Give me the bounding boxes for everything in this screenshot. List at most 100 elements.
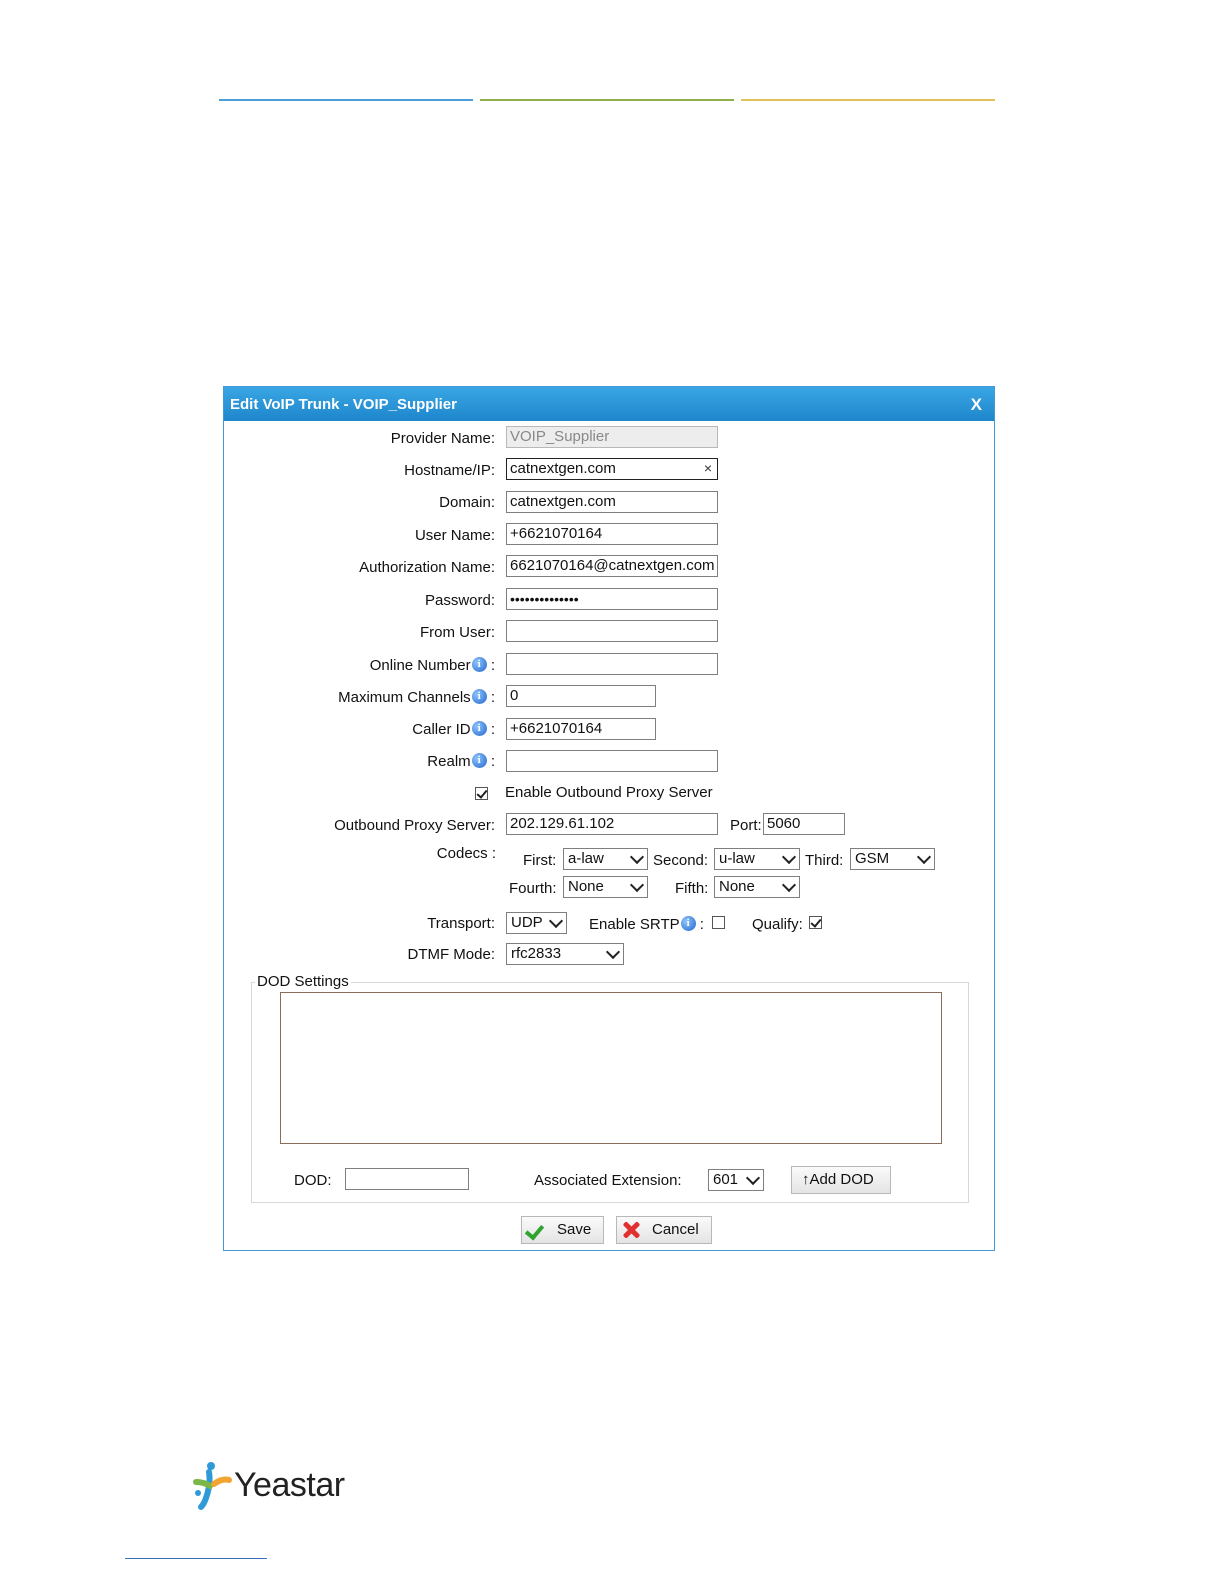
password-input[interactable]: •••••••••••••• — [506, 588, 718, 610]
footer-line — [125, 1558, 267, 1559]
user-name-label: User Name: — [414, 527, 495, 544]
outbound-proxy-label: Outbound Proxy Server: — [334, 817, 495, 834]
dod-list[interactable] — [280, 992, 942, 1144]
colon: : — [490, 657, 495, 674]
chevron-down-icon — [745, 1170, 761, 1186]
domain-input[interactable]: catnextgen.com — [506, 491, 718, 513]
domain-label: Domain: — [439, 494, 495, 511]
info-icon[interactable]: i — [471, 689, 487, 704]
codec-fifth-value: None — [719, 878, 755, 895]
associated-extension-value: 601 — [713, 1171, 739, 1188]
codec-third-select[interactable]: GSM — [850, 848, 935, 870]
info-icon[interactable]: i — [471, 721, 487, 736]
codec-second-select[interactable]: u-law — [714, 848, 800, 870]
dtmf-select[interactable]: rfc2833 — [506, 943, 624, 965]
dod-input[interactable] — [345, 1168, 469, 1190]
dod-settings-legend: DOD Settings — [255, 973, 351, 990]
dod-label: DOD: — [294, 1172, 332, 1189]
close-icon[interactable]: X — [971, 395, 982, 415]
cancel-icon — [622, 1221, 640, 1239]
associated-extension-label: Associated Extension: — [534, 1172, 682, 1189]
provider-name-input: VOIP_Supplier — [506, 426, 718, 448]
password-label: Password: — [424, 592, 495, 609]
transport-select[interactable]: UDP — [506, 912, 567, 934]
codec-fourth-select[interactable]: None — [563, 876, 648, 898]
edit-voip-trunk-dialog: Edit VoIP Trunk - VOIP_Supplier X Provid… — [223, 386, 995, 1251]
provider-name-label: Provider Name: — [390, 430, 495, 447]
qualify-checkbox[interactable] — [809, 916, 822, 929]
chevron-down-icon — [781, 849, 797, 865]
colon: : — [699, 916, 704, 933]
srtp-label-text: Enable SRTP — [589, 916, 680, 933]
checkmark-icon — [810, 916, 822, 928]
dtmf-label: DTMF Mode: — [407, 946, 495, 963]
hostname-label: Hostname/IP: — [404, 462, 495, 479]
clear-icon[interactable]: × — [704, 459, 712, 478]
caller-id-label: Caller ID i : — [412, 721, 495, 738]
port-label: Port: — [730, 817, 762, 834]
save-button[interactable]: Save — [521, 1216, 604, 1244]
info-icon[interactable]: i — [471, 657, 487, 672]
online-number-label: Online Number i : — [370, 657, 495, 674]
header-line-green — [480, 99, 734, 101]
auth-name-label: Authorization Name: — [359, 559, 495, 576]
add-dod-button[interactable]: ↑Add DOD — [791, 1166, 891, 1194]
chevron-down-icon — [629, 849, 645, 865]
codec-fifth-label: Fifth: — [675, 880, 709, 897]
cancel-button[interactable]: Cancel — [616, 1216, 712, 1244]
cancel-button-label: Cancel — [652, 1221, 699, 1238]
online-number-input[interactable] — [506, 653, 718, 675]
qualify-label: Qualify: — [752, 916, 803, 933]
save-button-label: Save — [557, 1221, 592, 1238]
online-number-label-text: Online Number — [369, 657, 471, 674]
transport-label: Transport: — [427, 915, 495, 932]
codec-third-label: Third: — [805, 852, 844, 869]
chevron-down-icon — [605, 944, 621, 960]
info-icon[interactable]: i — [680, 916, 696, 931]
realm-label-text: Realm — [427, 753, 471, 770]
from-user-input[interactable] — [506, 620, 718, 642]
dtmf-value: rfc2833 — [511, 945, 562, 962]
max-channels-label: Maximum Channels i : — [338, 689, 495, 706]
codec-first-select[interactable]: a-law — [563, 848, 648, 870]
enable-outbound-proxy-label: Enable Outbound Proxy Server — [505, 784, 713, 801]
check-icon — [524, 1220, 545, 1241]
chevron-down-icon — [548, 913, 564, 929]
max-channels-input[interactable]: 0 — [506, 685, 656, 707]
caller-id-input[interactable]: +6621070164 — [506, 718, 656, 740]
codec-fourth-label: Fourth: — [509, 880, 557, 897]
associated-extension-select[interactable]: 601 — [708, 1169, 764, 1191]
chevron-down-icon — [916, 849, 932, 865]
codec-fifth-select[interactable]: None — [714, 876, 800, 898]
codec-third-value: GSM — [855, 850, 890, 867]
codec-first-label: First: — [523, 852, 557, 869]
from-user-label: From User: — [420, 624, 495, 641]
dialog-titlebar: Edit VoIP Trunk - VOIP_Supplier X — [224, 387, 994, 421]
yeastar-logo-mark-icon — [193, 1462, 232, 1510]
realm-input[interactable] — [506, 750, 718, 772]
info-icon[interactable]: i — [471, 753, 487, 768]
caller-id-label-text: Caller ID — [412, 721, 471, 738]
colon: : — [490, 689, 495, 706]
enable-outbound-proxy-checkbox[interactable] — [475, 787, 488, 800]
yeastar-logo-text: Yeastar — [234, 1466, 345, 1504]
header-line-yellow — [741, 99, 995, 101]
codec-first-value: a-law — [568, 850, 604, 867]
codec-fourth-value: None — [568, 878, 604, 895]
user-name-input[interactable]: +6621070164 — [506, 523, 718, 545]
auth-name-input[interactable]: 6621070164@catnextgen.com — [506, 555, 718, 577]
colon: : — [490, 753, 495, 770]
checkmark-icon — [476, 787, 488, 799]
srtp-checkbox[interactable] — [712, 916, 725, 929]
colon: : — [490, 721, 495, 738]
dialog-title: Edit VoIP Trunk - VOIP_Supplier — [230, 396, 457, 413]
chevron-down-icon — [781, 877, 797, 893]
port-input[interactable]: 5060 — [763, 813, 845, 835]
srtp-label: Enable SRTP i : — [589, 916, 704, 933]
outbound-proxy-input[interactable]: 202.129.61.102 — [506, 813, 718, 835]
codec-second-value: u-law — [719, 850, 755, 867]
hostname-input[interactable]: catnextgen.com × — [506, 458, 718, 480]
yeastar-logo: Yeastar — [192, 1460, 352, 1510]
chevron-down-icon — [629, 877, 645, 893]
max-channels-label-text: Maximum Channels — [338, 689, 471, 706]
